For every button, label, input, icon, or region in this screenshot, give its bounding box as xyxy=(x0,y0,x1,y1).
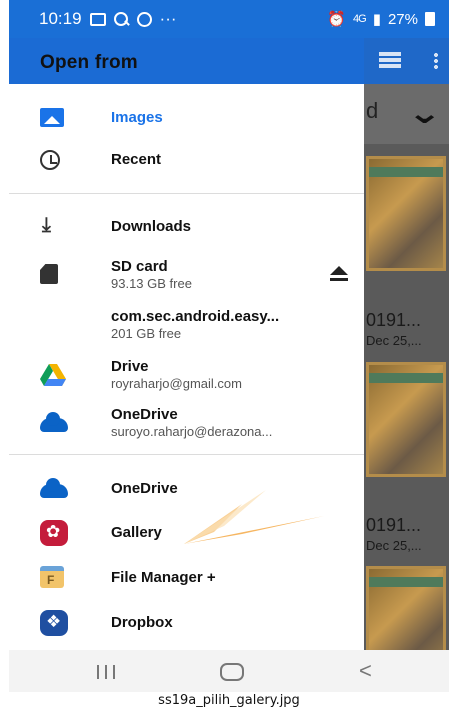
phone-screen: 10:19 ··· ⏰ 4G ▮ 27% d ⌄ 0191... Dec 25,… xyxy=(9,0,449,692)
drawer-item-drive[interactable]: Drive royraharjo@gmail.com xyxy=(9,352,364,398)
status-bar: 10:19 ··· ⏰ 4G ▮ 27% xyxy=(9,0,449,38)
drawer-item-label: OneDrive xyxy=(111,480,178,497)
download-icon xyxy=(40,214,60,238)
home-icon[interactable] xyxy=(220,663,244,681)
battery-level: 27% xyxy=(387,10,418,28)
drawer-item-label: File Manager + xyxy=(111,569,216,586)
onedrive-icon xyxy=(40,478,68,498)
dropbox-icon xyxy=(40,610,68,636)
drawer-item-sub: suroyo.raharjo@derazona... xyxy=(111,424,273,439)
image-icon xyxy=(40,108,64,127)
drawer-item-sub: royraharjo@gmail.com xyxy=(111,376,242,391)
drawer-item-label: com.sec.android.easy... xyxy=(111,308,280,325)
drawer-item-sd-card[interactable]: SD card 93.13 GB free xyxy=(9,252,364,298)
drawer-item-label: SD card xyxy=(111,258,168,275)
open-from-drawer: Open from Images Recent Downloads SD car… xyxy=(9,38,364,650)
chevron-down-icon[interactable]: ⌄ xyxy=(407,96,442,131)
more-notifications-icon: ··· xyxy=(159,9,177,28)
clock-icon xyxy=(40,150,60,170)
gallery-notification-icon xyxy=(89,12,106,26)
status-time: 10:19 xyxy=(39,9,82,28)
drawer-item-label: Downloads xyxy=(111,218,192,235)
drawer-item-dropbox[interactable]: Dropbox xyxy=(9,604,364,646)
filter-label-fragment: d xyxy=(366,98,379,123)
drawer-item-easy-storage[interactable]: com.sec.android.easy... 201 GB free xyxy=(9,302,364,348)
image-caption: ss19a_pilih_galery.jpg xyxy=(158,693,300,708)
network-type: 4G xyxy=(353,13,367,25)
eject-icon[interactable] xyxy=(329,266,349,282)
more-options-icon[interactable] xyxy=(434,52,438,70)
background-filter-bar: d ⌄ xyxy=(364,84,449,144)
file-manager-icon xyxy=(40,566,64,588)
search-notification-icon xyxy=(113,11,129,27)
drawer-item-label: Images xyxy=(111,109,163,126)
gallery-icon xyxy=(40,520,68,546)
list-view-icon[interactable] xyxy=(379,52,401,68)
drawer-item-label: Dropbox xyxy=(111,614,173,631)
background-file-picker: d ⌄ 0191... Dec 25,... 0191... Dec 25,..… xyxy=(364,38,449,681)
drawer-title: Open from xyxy=(9,38,364,84)
photo-thumbnail[interactable] xyxy=(366,362,446,477)
google-drive-icon xyxy=(40,364,66,386)
back-icon[interactable]: < xyxy=(359,658,372,684)
file-name: 0191... xyxy=(366,310,422,330)
recent-apps-icon[interactable] xyxy=(97,665,115,679)
alarm-icon: ⏰ xyxy=(327,11,347,28)
instagram-notification-icon xyxy=(136,11,152,27)
drawer-item-label: OneDrive xyxy=(111,406,178,423)
drawer-item-sub: 93.13 GB free xyxy=(111,276,192,291)
pointer-arrow-annotation xyxy=(184,490,324,544)
background-toolbar xyxy=(364,38,449,84)
drawer-item-label: Gallery xyxy=(111,524,162,541)
file-date: Dec 25,... xyxy=(366,333,422,348)
drawer-item-onedrive-account[interactable]: OneDrive suroyo.raharjo@derazona... xyxy=(9,400,364,446)
drawer-item-label: Recent xyxy=(111,151,162,168)
onedrive-icon xyxy=(40,412,68,432)
divider xyxy=(9,193,364,194)
file-date: Dec 25,... xyxy=(366,538,422,553)
drawer-item-sub: 201 GB free xyxy=(111,326,182,341)
drawer-item-label: Drive xyxy=(111,358,149,375)
signal-icon: ▮ xyxy=(372,11,381,28)
drawer-item-file-manager[interactable]: File Manager + xyxy=(9,558,364,598)
drawer-item-images[interactable]: Images xyxy=(9,100,364,140)
battery-icon xyxy=(425,12,435,26)
divider xyxy=(9,454,364,455)
photo-thumbnail[interactable] xyxy=(366,156,446,271)
drawer-item-recent[interactable]: Recent xyxy=(9,142,364,182)
file-name: 0191... xyxy=(366,515,422,535)
navigation-bar: < xyxy=(9,650,449,692)
drawer-item-downloads[interactable]: Downloads xyxy=(9,208,364,248)
sd-card-icon xyxy=(40,264,58,284)
